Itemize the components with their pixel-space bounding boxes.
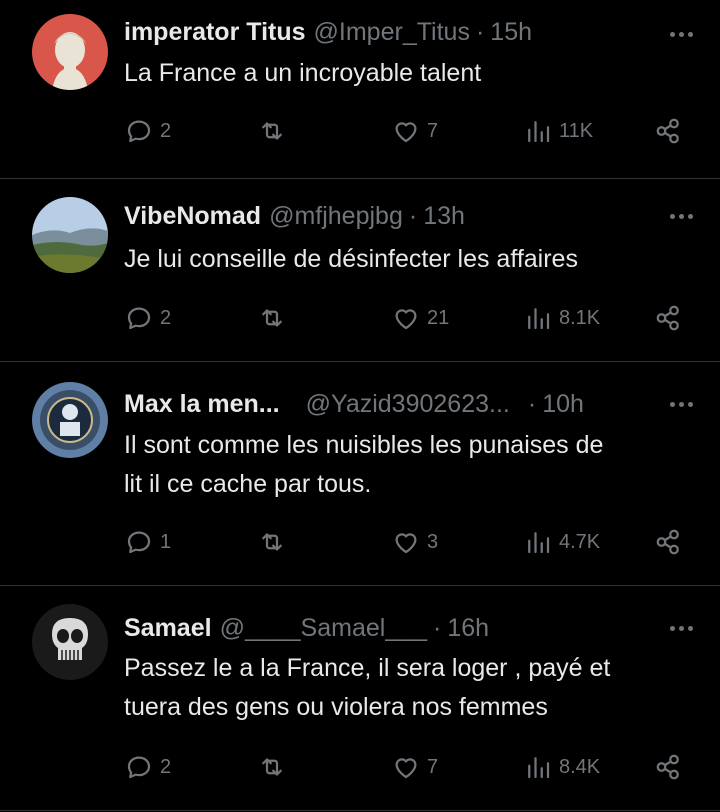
repost-icon bbox=[262, 309, 282, 327]
avatar[interactable] bbox=[32, 197, 108, 273]
skull-avatar-icon bbox=[32, 604, 108, 680]
repost-icon bbox=[262, 533, 282, 551]
action-bar: 2 7 11K bbox=[0, 116, 720, 152]
reply-icon bbox=[127, 307, 151, 330]
action-bar: 2 7 8.4K bbox=[0, 752, 720, 788]
more-options-icon[interactable] bbox=[664, 389, 698, 419]
repost-icon bbox=[262, 758, 282, 776]
author-name[interactable]: Max la men... bbox=[124, 390, 280, 419]
repost-button[interactable] bbox=[257, 303, 287, 333]
author-handle[interactable]: @mfjhepjbg bbox=[269, 202, 403, 231]
share-button[interactable] bbox=[654, 116, 684, 146]
view-count: 4.7K bbox=[559, 530, 601, 553]
views-chart-icon bbox=[528, 757, 550, 779]
action-bar: 1 3 4.7K bbox=[0, 527, 720, 563]
timestamp[interactable]: 16h bbox=[447, 614, 489, 643]
tweet[interactable]: VibeNomad @mfjhepjbg · 13h Je lui consei… bbox=[0, 179, 720, 360]
separator-dot: · bbox=[475, 17, 485, 46]
tweet-text: Il sont comme les nuisibles les punaises… bbox=[124, 426, 684, 504]
like-button[interactable]: 21 bbox=[391, 303, 449, 333]
views-chart-icon bbox=[528, 121, 550, 143]
tweet-text: Je lui conseille de désinfecter les affa… bbox=[124, 240, 684, 279]
views-button[interactable]: 4.7K bbox=[523, 527, 600, 557]
tweet[interactable]: Max la men... @Yazid3902623... · 10h Il … bbox=[0, 362, 720, 584]
views-button[interactable]: 11K bbox=[523, 116, 593, 146]
reply-count: 2 bbox=[160, 306, 172, 329]
author-name[interactable]: Samael bbox=[124, 614, 212, 643]
heart-icon bbox=[395, 122, 417, 143]
tweet[interactable]: imperator Titus @Imper_Titus · 15h La Fr… bbox=[0, 0, 720, 178]
reply-count: 2 bbox=[160, 119, 172, 142]
heart-icon bbox=[395, 309, 417, 330]
timestamp[interactable]: 13h bbox=[423, 202, 465, 231]
more-options-icon[interactable] bbox=[664, 613, 698, 643]
reply-count: 2 bbox=[160, 755, 172, 778]
tweet[interactable]: Samael @____Samael___ · 16h Passez le a … bbox=[0, 586, 720, 812]
heart-icon bbox=[395, 758, 417, 779]
like-button[interactable]: 7 bbox=[391, 116, 438, 146]
heart-icon bbox=[395, 533, 417, 554]
tweet-text-line: Je lui conseille de désinfecter les affa… bbox=[124, 245, 578, 273]
views-chart-icon bbox=[528, 308, 550, 330]
tweet-text-line: La France a un incroyable talent bbox=[124, 59, 482, 87]
reply-button[interactable]: 2 bbox=[124, 752, 171, 782]
reply-icon bbox=[127, 120, 151, 143]
more-options-icon[interactable] bbox=[664, 19, 698, 49]
views-button[interactable]: 8.1K bbox=[523, 303, 600, 333]
timestamp[interactable]: 15h bbox=[490, 18, 532, 47]
tweet-text-line: lit il ce cache par tous. bbox=[124, 470, 372, 498]
author-name[interactable]: VibeNomad bbox=[124, 202, 261, 231]
tweet-text: Passez le a la France, il sera loger , p… bbox=[124, 649, 684, 727]
landscape-avatar-icon bbox=[32, 197, 108, 273]
author-handle[interactable]: @Imper_Titus bbox=[314, 18, 470, 47]
share-icon bbox=[656, 529, 679, 555]
reply-button[interactable]: 1 bbox=[124, 527, 171, 557]
divider bbox=[0, 810, 720, 811]
like-count: 7 bbox=[427, 755, 439, 778]
tweet-text: La France a un incroyable talent bbox=[124, 54, 684, 93]
like-count: 7 bbox=[427, 119, 439, 142]
like-button[interactable]: 7 bbox=[391, 752, 438, 782]
view-count: 8.4K bbox=[559, 755, 601, 778]
avatar[interactable] bbox=[32, 382, 108, 458]
tweet-text-line: Passez le a la France, il sera loger , p… bbox=[124, 654, 611, 682]
tweet-text-line: Il sont comme les nuisibles les punaises… bbox=[124, 431, 604, 459]
separator-dot: · bbox=[527, 389, 537, 418]
avatar[interactable] bbox=[32, 604, 108, 680]
avatar[interactable] bbox=[32, 14, 108, 90]
author-name[interactable]: imperator Titus bbox=[124, 18, 306, 47]
repost-button[interactable] bbox=[257, 116, 287, 146]
separator-dot: · bbox=[408, 201, 418, 230]
view-count: 8.1K bbox=[559, 306, 601, 329]
author-handle[interactable]: @Yazid3902623... bbox=[306, 390, 510, 419]
reply-icon bbox=[127, 756, 151, 779]
view-count: 11K bbox=[559, 119, 594, 142]
repost-button[interactable] bbox=[257, 527, 287, 557]
roman-bust-avatar-icon bbox=[32, 14, 108, 90]
views-button[interactable]: 8.4K bbox=[523, 752, 600, 782]
share-icon bbox=[656, 305, 679, 331]
action-bar: 2 21 8.1K bbox=[0, 303, 720, 339]
reply-icon bbox=[127, 531, 151, 554]
like-count: 21 bbox=[427, 306, 450, 329]
emblem-avatar-icon bbox=[32, 382, 108, 458]
share-button[interactable] bbox=[654, 303, 684, 333]
reply-button[interactable]: 2 bbox=[124, 303, 171, 333]
separator-dot: · bbox=[433, 613, 442, 642]
like-count: 3 bbox=[427, 530, 439, 553]
views-chart-icon bbox=[528, 532, 550, 554]
share-button[interactable] bbox=[654, 752, 684, 782]
repost-button[interactable] bbox=[257, 752, 287, 782]
more-options-icon[interactable] bbox=[664, 201, 698, 231]
repost-icon bbox=[262, 122, 282, 140]
reply-count: 1 bbox=[160, 530, 172, 553]
timestamp[interactable]: 10h bbox=[542, 390, 584, 419]
share-icon bbox=[656, 754, 679, 780]
author-handle[interactable]: @____Samael___ bbox=[220, 614, 427, 643]
share-button[interactable] bbox=[654, 527, 684, 557]
like-button[interactable]: 3 bbox=[391, 527, 438, 557]
share-icon bbox=[656, 118, 679, 144]
reply-button[interactable]: 2 bbox=[124, 116, 171, 146]
tweet-text-line: tuera des gens ou violera nos femmes bbox=[124, 693, 548, 721]
